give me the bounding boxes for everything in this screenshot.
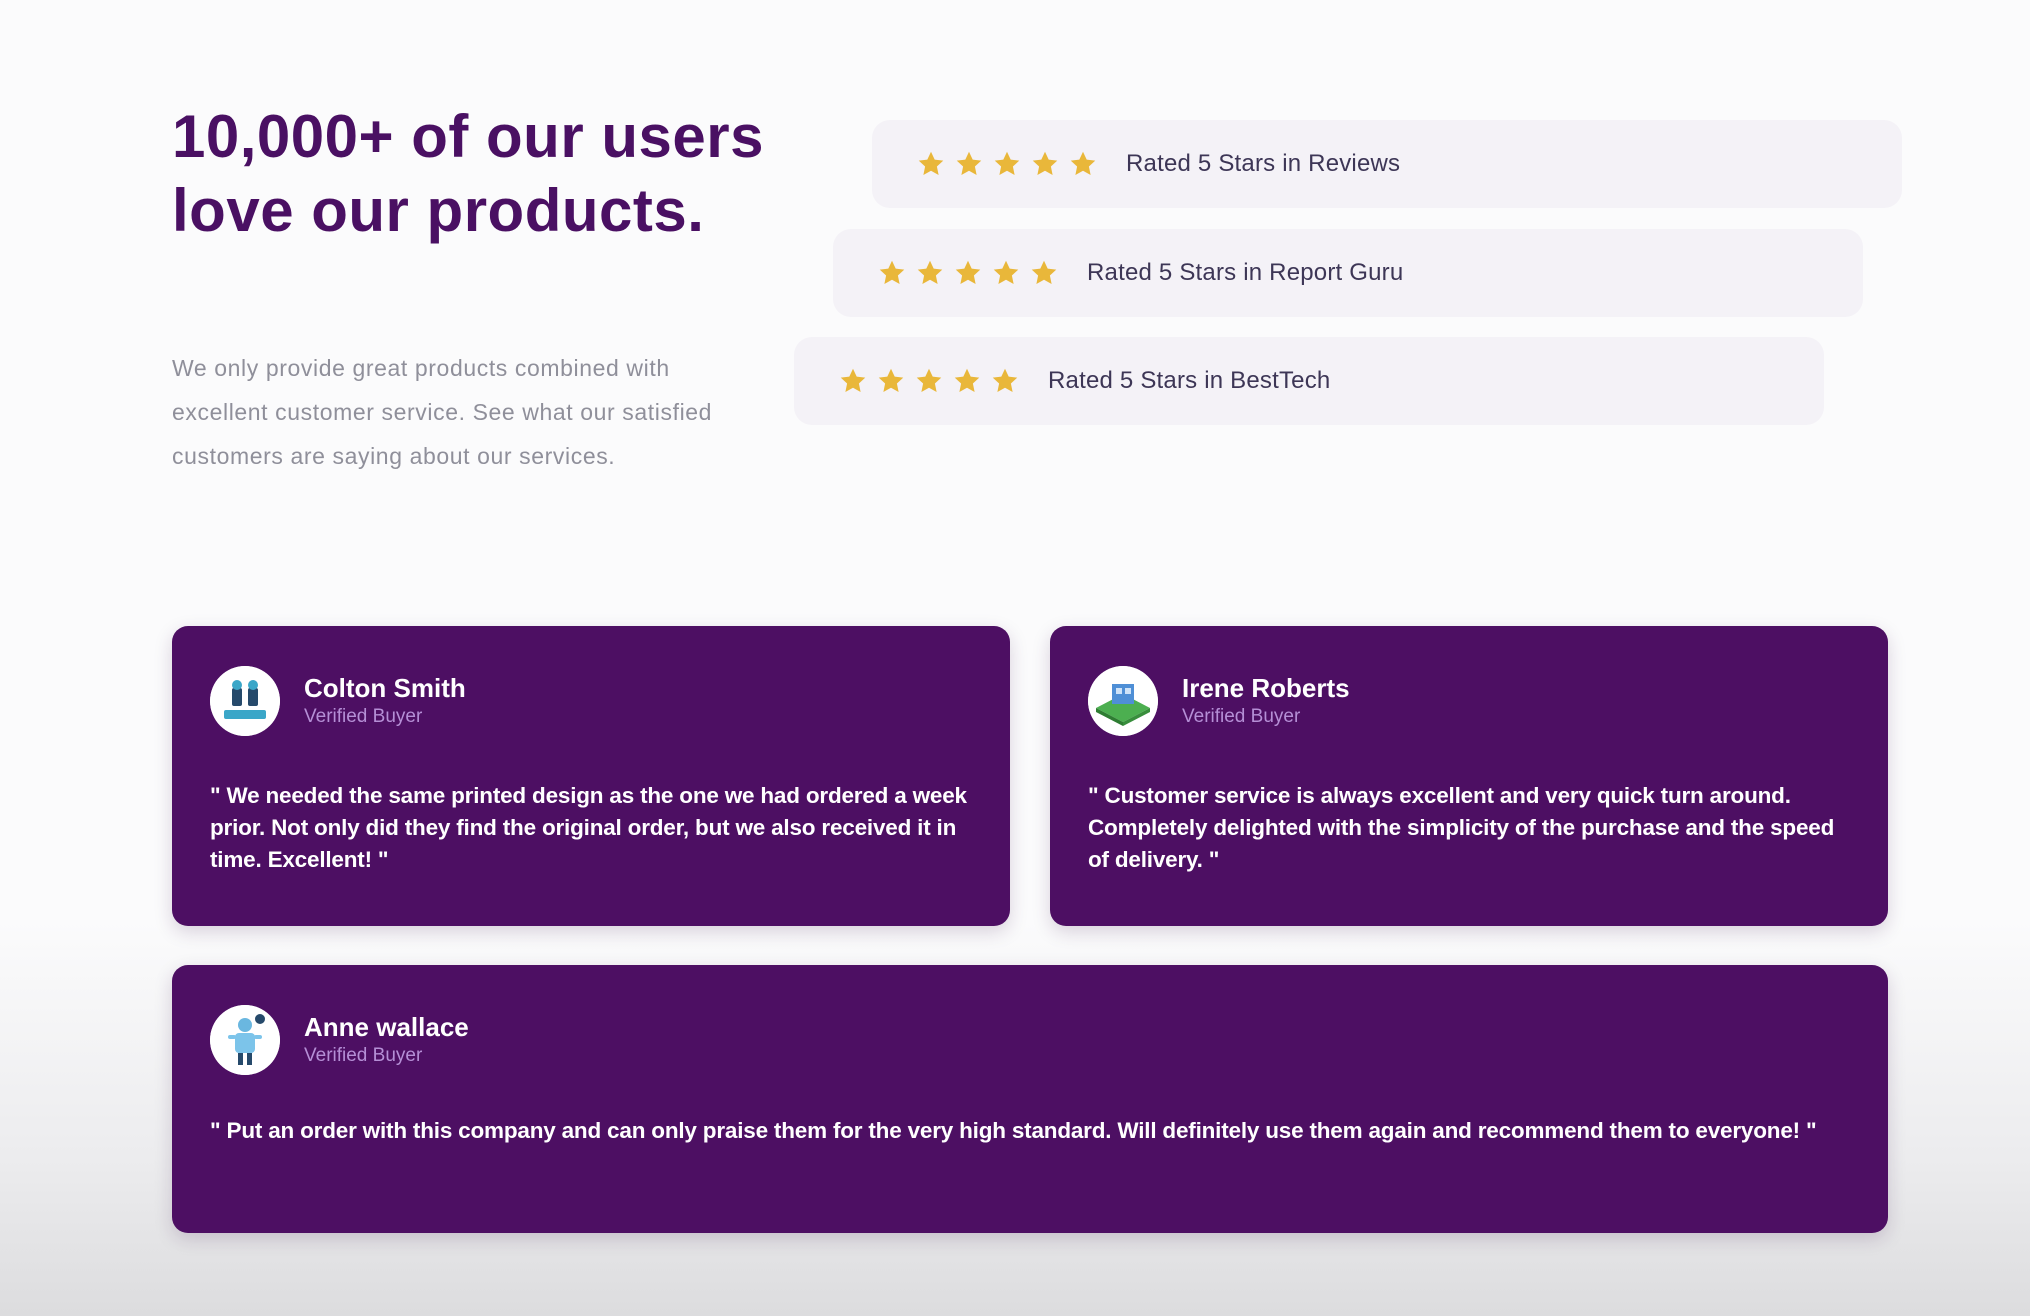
- rating-pill-reviews: Rated 5 Stars in Reviews: [872, 120, 1902, 208]
- avatar: [1088, 666, 1158, 736]
- rating-label: Rated 5 Stars in Reviews: [1126, 150, 1401, 177]
- testimonial-quote: " Customer service is always excellent a…: [1088, 783, 1835, 872]
- rating-label: Rated 5 Stars in Report Guru: [1087, 259, 1404, 286]
- star-icon: [916, 149, 946, 179]
- star-icon: [915, 258, 945, 288]
- hero-title: 10,000+ of our users love our products.: [172, 103, 764, 244]
- testimonial-header: Anne wallace Verified Buyer: [210, 1005, 1850, 1075]
- star-icon: [914, 366, 944, 396]
- verified-buyer-badge: Verified Buyer: [304, 1045, 423, 1066]
- rating-pill-besttech: Rated 5 Stars in BestTech: [794, 337, 1824, 425]
- reviewer-name: Colton Smith: [304, 673, 466, 703]
- star-icon: [992, 149, 1022, 179]
- star-icon: [952, 366, 982, 396]
- verified-buyer-badge: Verified Buyer: [304, 706, 423, 727]
- testimonial-card: Colton Smith Verified Buyer " We needed …: [172, 626, 1010, 926]
- star-icon: [1029, 258, 1059, 288]
- testimonial-header: Irene Roberts Verified Buyer: [1088, 666, 1850, 736]
- reviewer-name: Anne wallace: [304, 1012, 469, 1042]
- testimonial-quote: " Put an order with this company and can…: [210, 1118, 1817, 1143]
- star-icon: [991, 258, 1021, 288]
- avatar: [210, 666, 280, 736]
- testimonial-header: Colton Smith Verified Buyer: [210, 666, 972, 736]
- star-icon: [990, 366, 1020, 396]
- star-rating: [838, 366, 1020, 396]
- reviewer-name: Irene Roberts: [1182, 673, 1350, 703]
- star-rating: [877, 258, 1059, 288]
- star-icon: [877, 258, 907, 288]
- verified-buyer-badge: Verified Buyer: [1182, 706, 1301, 727]
- star-rating: [916, 149, 1098, 179]
- star-icon: [954, 149, 984, 179]
- testimonial-card: Anne wallace Verified Buyer " Put an ord…: [172, 965, 1888, 1233]
- avatar: [210, 1005, 280, 1075]
- testimonial-quote: " We needed the same printed design as t…: [210, 783, 967, 872]
- star-icon: [1068, 149, 1098, 179]
- rating-pill-report-guru: Rated 5 Stars in Report Guru: [833, 229, 1863, 317]
- star-icon: [1030, 149, 1060, 179]
- star-icon: [838, 366, 868, 396]
- rating-label: Rated 5 Stars in BestTech: [1048, 367, 1331, 394]
- star-icon: [876, 366, 906, 396]
- hero-description: We only provide great products combined …: [172, 355, 713, 469]
- testimonial-card: Irene Roberts Verified Buyer " Customer …: [1050, 626, 1888, 926]
- star-icon: [953, 258, 983, 288]
